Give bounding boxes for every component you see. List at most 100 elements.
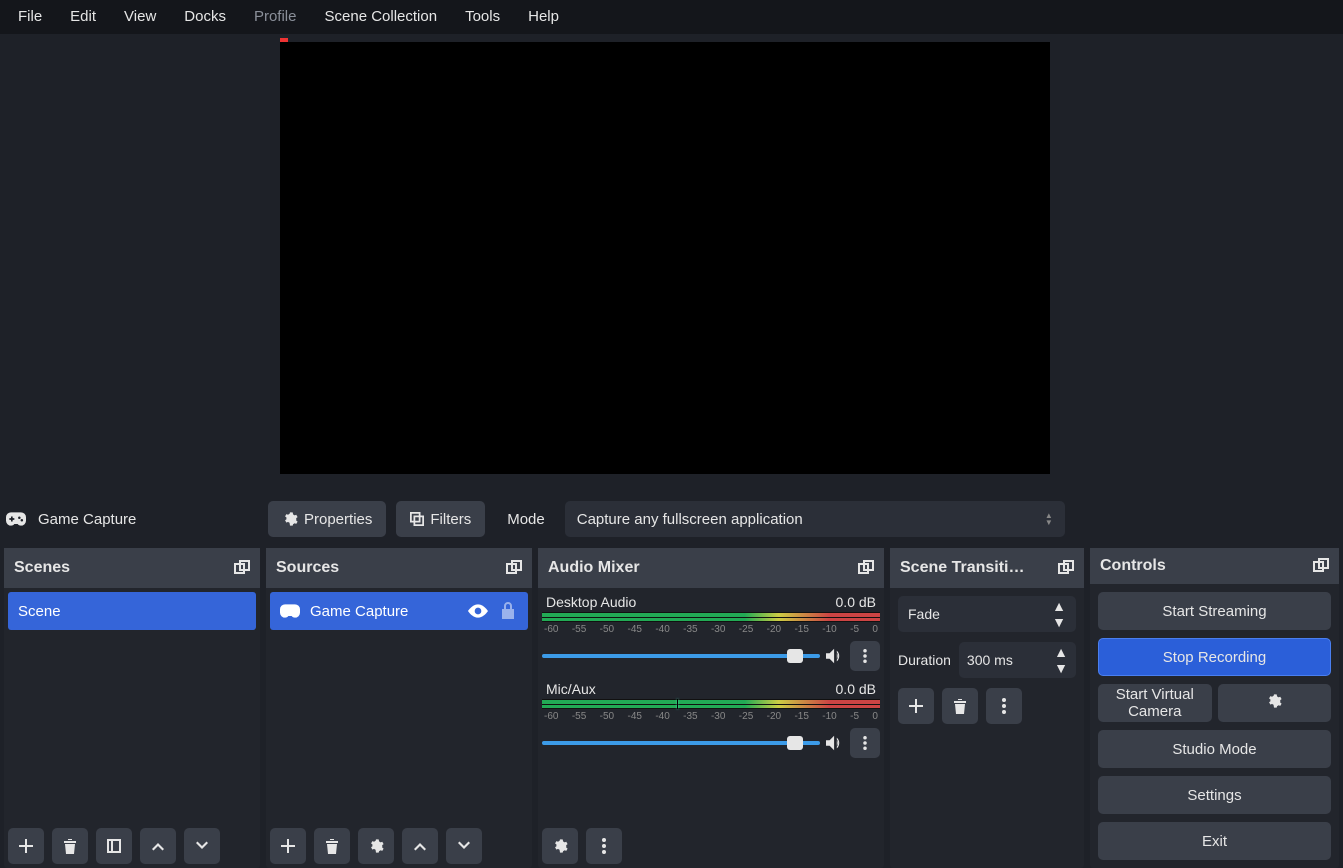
track-menu-button[interactable] — [850, 641, 880, 671]
scene-transitions-dock: Scene Transiti… Fade ▲▼ Duration 300 ms … — [890, 548, 1084, 868]
db-tick: -55 — [572, 711, 586, 722]
move-source-up-button[interactable] — [402, 828, 438, 864]
dots-vertical-icon — [863, 649, 867, 663]
filters-button[interactable]: Filters — [396, 501, 485, 537]
menu-profile[interactable]: Profile — [240, 0, 311, 34]
gear-icon — [368, 838, 384, 854]
popout-icon[interactable] — [1313, 558, 1329, 574]
menu-docks[interactable]: Docks — [170, 0, 240, 34]
virtual-camera-settings-button[interactable] — [1218, 684, 1332, 722]
start-virtual-camera-button[interactable]: Start Virtual Camera — [1098, 684, 1212, 722]
add-scene-button[interactable] — [8, 828, 44, 864]
chevron-down-icon — [195, 841, 209, 851]
db-tick: -10 — [822, 711, 836, 722]
popout-icon[interactable] — [506, 560, 522, 576]
lock-toggle[interactable] — [498, 601, 518, 621]
context-source-name: Game Capture — [38, 511, 136, 528]
preview-canvas[interactable] — [280, 42, 1050, 474]
add-source-button[interactable] — [270, 828, 306, 864]
mute-toggle[interactable] — [826, 648, 844, 664]
volume-slider[interactable] — [542, 654, 820, 658]
docks-row: Scenes Scene Sources Game Capture — [0, 548, 1343, 868]
volume-slider[interactable] — [542, 741, 820, 745]
mute-toggle[interactable] — [826, 735, 844, 751]
db-tick: -30 — [711, 624, 725, 635]
scene-filters-button[interactable] — [96, 828, 132, 864]
menu-tools[interactable]: Tools — [451, 0, 514, 34]
db-tick: -15 — [794, 711, 808, 722]
updown-icon: ▲▼ — [1054, 644, 1068, 676]
track-menu-button[interactable] — [850, 728, 880, 758]
db-tick: -50 — [600, 624, 614, 635]
popout-icon[interactable] — [234, 560, 250, 576]
move-scene-down-button[interactable] — [184, 828, 220, 864]
menu-file[interactable]: File — [4, 0, 56, 34]
plus-icon — [280, 838, 296, 854]
db-tick: -10 — [822, 624, 836, 635]
remove-source-button[interactable] — [314, 828, 350, 864]
menu-scene-collection[interactable]: Scene Collection — [311, 0, 452, 34]
track-name: Mic/Aux — [546, 681, 596, 697]
db-tick: -40 — [655, 624, 669, 635]
source-properties-button[interactable] — [358, 828, 394, 864]
chevron-down-icon — [457, 841, 471, 851]
mixer-menu-button[interactable] — [586, 828, 622, 864]
track-db: 0.0 dB — [836, 594, 876, 610]
db-tick: -45 — [627, 711, 641, 722]
move-scene-up-button[interactable] — [140, 828, 176, 864]
settings-button[interactable]: Settings — [1098, 776, 1331, 814]
exit-button[interactable]: Exit — [1098, 822, 1331, 860]
db-tick: -45 — [627, 624, 641, 635]
transitions-title: Scene Transiti… — [900, 559, 1025, 577]
source-item[interactable]: Game Capture — [270, 592, 528, 630]
db-tick: -60 — [544, 624, 558, 635]
add-transition-button[interactable] — [898, 688, 934, 724]
popout-icon[interactable] — [858, 560, 874, 576]
menu-view[interactable]: View — [110, 0, 170, 34]
properties-button[interactable]: Properties — [268, 501, 386, 537]
gamepad-icon — [280, 604, 300, 618]
mode-label: Mode — [507, 511, 545, 528]
trash-icon — [953, 698, 967, 714]
menu-edit[interactable]: Edit — [56, 0, 110, 34]
filter-icon — [107, 839, 121, 853]
studio-mode-button[interactable]: Studio Mode — [1098, 730, 1331, 768]
db-tick: -30 — [711, 711, 725, 722]
advanced-audio-button[interactable] — [542, 828, 578, 864]
remove-scene-button[interactable] — [52, 828, 88, 864]
menu-help[interactable]: Help — [514, 0, 573, 34]
duration-input[interactable]: 300 ms ▲▼ — [959, 642, 1076, 678]
track-db: 0.0 dB — [836, 681, 876, 697]
transition-select[interactable]: Fade ▲▼ — [898, 596, 1076, 632]
db-scale: -60-55-50-45-40-35-30-25-20-15-10-50 — [542, 711, 880, 722]
db-tick: -55 — [572, 624, 586, 635]
db-tick: -20 — [767, 624, 781, 635]
db-tick: -40 — [655, 711, 669, 722]
stop-recording-button[interactable]: Stop Recording — [1098, 638, 1331, 676]
track-name: Desktop Audio — [546, 594, 636, 610]
scene-item[interactable]: Scene — [8, 592, 256, 630]
move-source-down-button[interactable] — [446, 828, 482, 864]
sources-title: Sources — [276, 559, 339, 577]
gear-icon — [282, 511, 298, 527]
start-streaming-button[interactable]: Start Streaming — [1098, 592, 1331, 630]
mixer-track: Desktop Audio 0.0 dB -60-55-50-45-40-35-… — [542, 592, 880, 671]
db-scale: -60-55-50-45-40-35-30-25-20-15-10-50 — [542, 624, 880, 635]
mixer-track: Mic/Aux 0.0 dB -60-55-50-45-40-35-30-25-… — [542, 679, 880, 758]
gamepad-icon — [6, 512, 26, 526]
plus-icon — [908, 698, 924, 714]
controls-dock: Controls Start Streaming Stop Recording … — [1090, 548, 1339, 868]
popout-icon[interactable] — [1058, 560, 1074, 576]
chevron-up-icon — [151, 841, 165, 851]
remove-transition-button[interactable] — [942, 688, 978, 724]
gear-icon — [551, 838, 569, 854]
db-tick: 0 — [872, 711, 878, 722]
menu-bar: File Edit View Docks Profile Scene Colle… — [0, 0, 1343, 34]
visibility-toggle[interactable] — [468, 601, 488, 621]
chevron-up-icon — [413, 841, 427, 851]
source-context-bar: Game Capture Properties Filters Mode Cap… — [0, 490, 1343, 548]
scenes-dock: Scenes Scene — [4, 548, 260, 868]
mode-select[interactable]: Capture any fullscreen application ▲▼ — [565, 501, 1065, 537]
db-tick: -60 — [544, 711, 558, 722]
transition-menu-button[interactable] — [986, 688, 1022, 724]
